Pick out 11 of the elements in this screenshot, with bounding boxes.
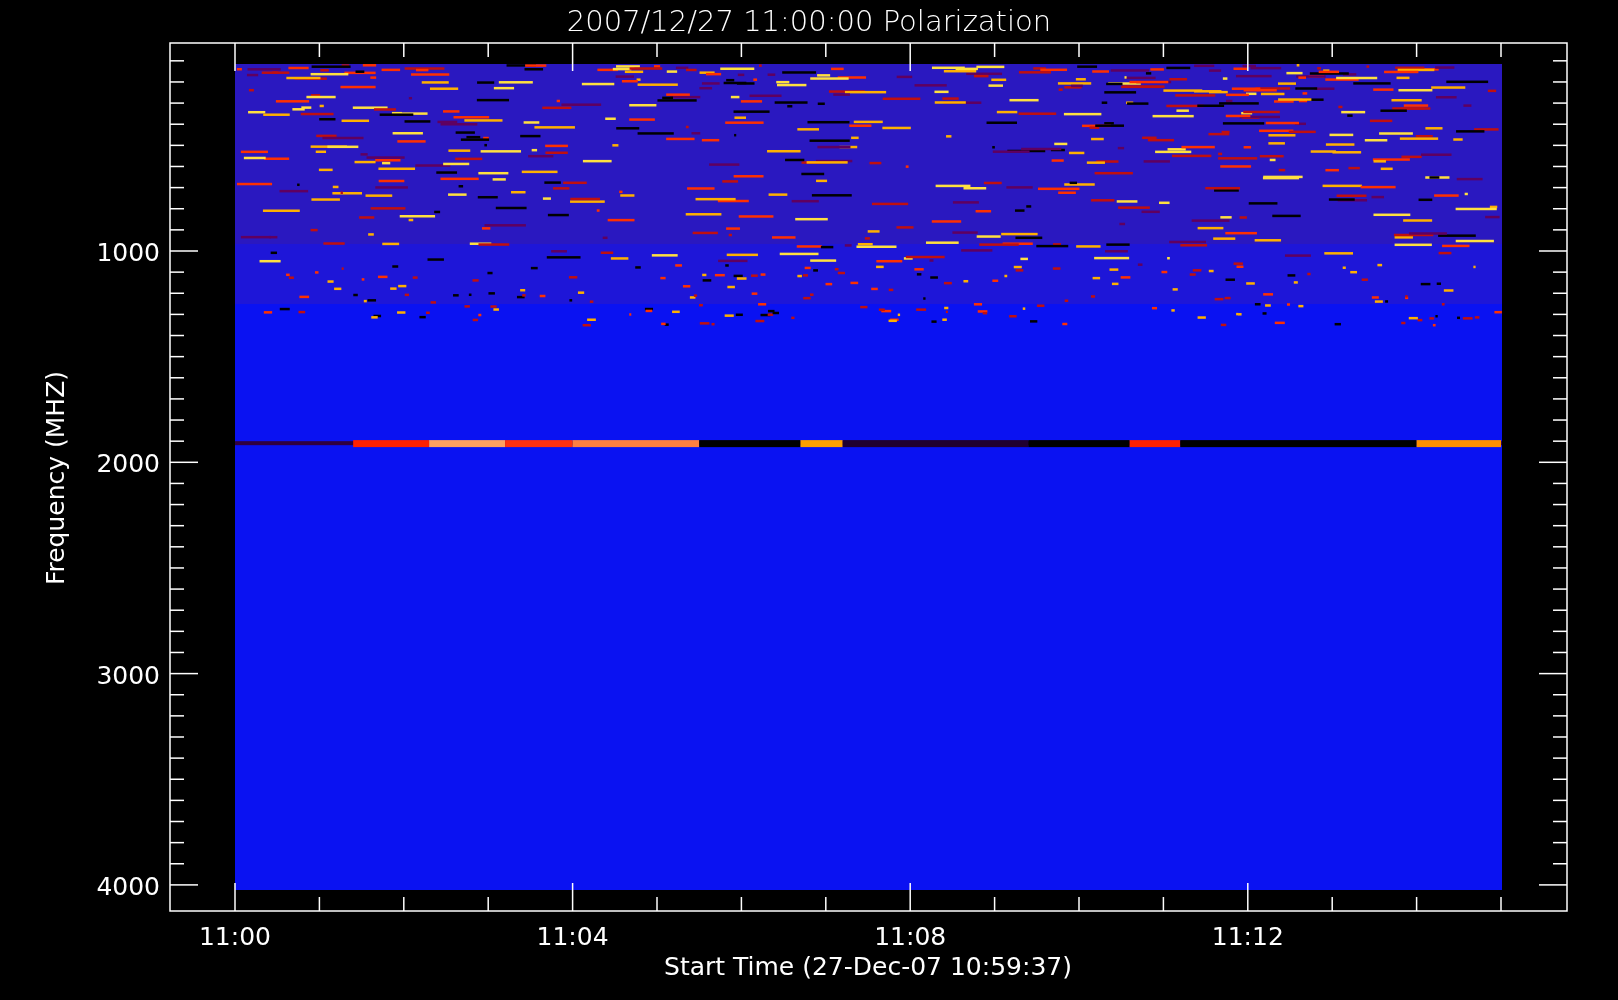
y-axis-label: Frequency (MHZ)	[41, 370, 70, 586]
y-tick-label: 3000	[96, 660, 160, 690]
x-tick-label: 11:04	[536, 922, 609, 951]
y-tick-label: 2000	[96, 449, 160, 479]
x-tick-label: 11:00	[199, 922, 271, 951]
y-tick-label: 4000	[96, 871, 160, 901]
x-tick-label: 11:12	[1211, 922, 1284, 951]
y-tick-label: 1000	[96, 238, 160, 267]
chart-title: 2007/12/27 11:00:00 Polarization	[566, 4, 1052, 38]
x-axis-label: Start Time (27-Dec-07 10:59:37)	[664, 952, 1072, 981]
x-tick-label: 11:08	[874, 922, 947, 951]
